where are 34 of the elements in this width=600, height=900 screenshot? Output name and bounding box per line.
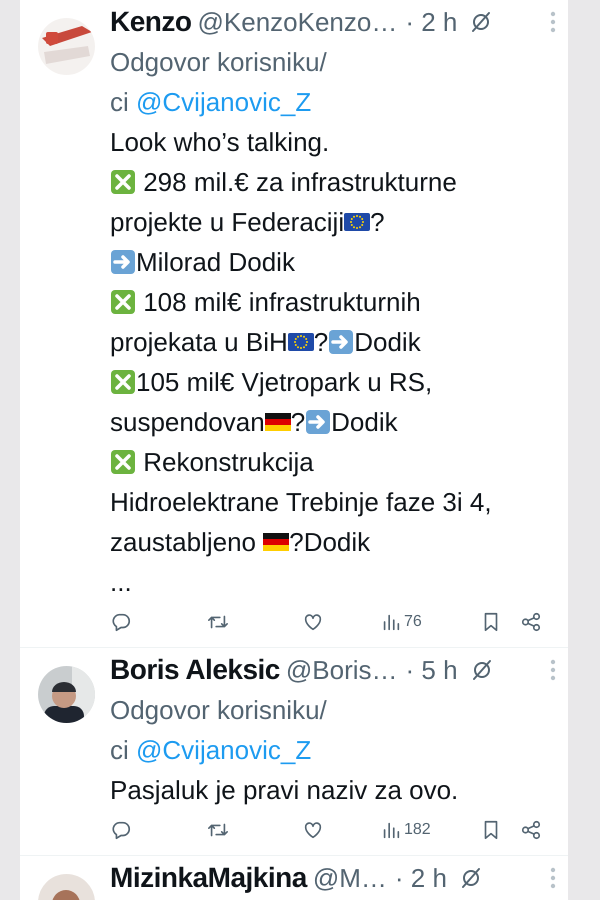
- tweet-text: projekte u Federaciji: [110, 206, 344, 239]
- tweet-text: ci: [110, 734, 130, 767]
- tweet-text: Odgovor korisniku/: [110, 694, 327, 727]
- tweet-text: Dodik: [331, 406, 398, 439]
- author-name[interactable]: Boris Aleksic: [110, 650, 280, 690]
- tweet-text: zaustabljeno: [110, 526, 257, 559]
- tweet-text: Odgovor korisniku/: [110, 46, 327, 79]
- tweet-text: Milorad Dodik: [136, 246, 295, 279]
- tweet-text: ...: [110, 566, 132, 599]
- tweet-text: ?: [290, 406, 306, 439]
- tweet-text: 105 mil€ Vjetropark u RS,: [136, 366, 432, 399]
- view-count[interactable]: 182: [404, 818, 431, 842]
- tweet-text: suspendovan: [110, 406, 265, 439]
- author-handle: @KenzoKenzo…: [198, 6, 398, 39]
- tweet-text: ?Dodik: [289, 526, 370, 559]
- tweet-time: · 2 h: [405, 6, 458, 39]
- tweet-time: · 5 h: [406, 654, 458, 687]
- author-handle: @Boris…: [286, 654, 398, 687]
- tweet-text: 108 mil€ infrastrukturnih: [142, 286, 421, 319]
- tweet-text: Pasjaluk je pravi naziv za ovo.: [110, 774, 458, 807]
- tweet-text: ?: [370, 206, 385, 239]
- author-name[interactable]: Kenzo: [110, 2, 192, 42]
- tweet-text: ci: [110, 86, 130, 119]
- tweet-text: Look who’s talking.: [110, 126, 330, 159]
- tweet-text: projekata u BiH: [110, 326, 288, 359]
- tweet-text: ?: [314, 326, 328, 359]
- tweet-text: Dodik: [354, 326, 421, 359]
- tweet-text: 298 mil.€ za infrastrukturne: [142, 166, 457, 199]
- tweet-time: · 2 h: [394, 862, 447, 895]
- author-name[interactable]: MizinkaMajkina: [110, 858, 307, 898]
- view-count[interactable]: 76: [404, 610, 422, 634]
- tweet-text: Hidroelektrane Trebinje faze 3i 4,: [110, 486, 492, 519]
- tweet-text: Rekonstrukcija: [142, 446, 314, 479]
- author-handle: @M…: [312, 862, 387, 895]
